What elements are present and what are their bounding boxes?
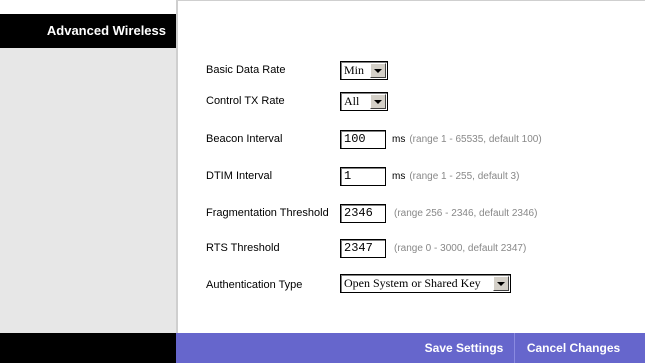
row-beacon-interval: Beacon Interval xyxy=(206,128,339,150)
authentication-type-value: Open System or Shared Key xyxy=(344,276,481,290)
basic-data-rate-value: Min xyxy=(344,63,365,77)
row-fragmentation-threshold: Fragmentation Threshold xyxy=(206,202,339,224)
row-rts-threshold: RTS Threshold xyxy=(206,237,339,259)
row-authentication-type: Authentication Type xyxy=(206,274,339,296)
chevron-down-icon[interactable] xyxy=(493,276,509,291)
basic-data-rate-label: Basic Data Rate xyxy=(206,64,286,76)
dtim-interval-unit: ms xyxy=(392,171,406,182)
control-tx-rate-field: All xyxy=(340,92,388,111)
authentication-type-select[interactable]: Open System or Shared Key xyxy=(340,274,511,293)
top-divider xyxy=(176,0,645,1)
sidebar xyxy=(0,0,176,363)
beacon-interval-field: 100 ms (range 1 - 65535, default 100) xyxy=(340,130,542,149)
dtim-interval-field: 1 ms (range 1 - 255, default 3) xyxy=(340,167,519,186)
chevron-down-icon[interactable] xyxy=(370,94,386,109)
authentication-type-label: Authentication Type xyxy=(206,279,303,291)
beacon-interval-unit: ms xyxy=(392,134,406,145)
sidebar-footer xyxy=(0,333,176,363)
basic-data-rate-field: Min xyxy=(340,61,388,80)
row-dtim-interval: DTIM Interval xyxy=(206,165,339,187)
row-control-tx-rate: Control TX Rate xyxy=(206,90,339,112)
left-divider xyxy=(176,0,178,333)
rts-threshold-hint: (range 0 - 3000, default 2347) xyxy=(394,243,527,254)
save-settings-button[interactable]: Save Settings xyxy=(416,333,512,363)
authentication-type-field: Open System or Shared Key xyxy=(340,274,511,293)
basic-data-rate-select[interactable]: Min xyxy=(340,61,388,80)
beacon-interval-label: Beacon Interval xyxy=(206,133,283,145)
rts-threshold-label: RTS Threshold xyxy=(206,242,280,254)
fragmentation-threshold-label: Fragmentation Threshold xyxy=(206,207,329,219)
chevron-down-icon[interactable] xyxy=(370,63,386,78)
row-basic-data-rate: Basic Data Rate xyxy=(206,59,339,81)
dtim-interval-input[interactable]: 1 xyxy=(340,167,386,186)
beacon-interval-input[interactable]: 100 xyxy=(340,130,386,149)
cancel-changes-button[interactable]: Cancel Changes xyxy=(514,333,632,363)
rts-threshold-input[interactable]: 2347 xyxy=(340,239,386,258)
section-title: Advanced Wireless xyxy=(0,14,176,48)
fragmentation-threshold-field: 2346 (range 256 - 2346, default 2346) xyxy=(340,204,537,223)
sidebar-top-strip xyxy=(0,0,176,14)
fragmentation-threshold-input[interactable]: 2346 xyxy=(340,204,386,223)
beacon-interval-hint: (range 1 - 65535, default 100) xyxy=(409,134,542,145)
control-tx-rate-label: Control TX Rate xyxy=(206,95,285,107)
rts-threshold-field: 2347 (range 0 - 3000, default 2347) xyxy=(340,239,526,258)
control-tx-rate-select[interactable]: All xyxy=(340,92,388,111)
dtim-interval-label: DTIM Interval xyxy=(206,170,273,182)
control-tx-rate-value: All xyxy=(344,94,360,108)
dtim-interval-hint: (range 1 - 255, default 3) xyxy=(409,171,520,182)
fragmentation-threshold-hint: (range 256 - 2346, default 2346) xyxy=(394,208,538,219)
